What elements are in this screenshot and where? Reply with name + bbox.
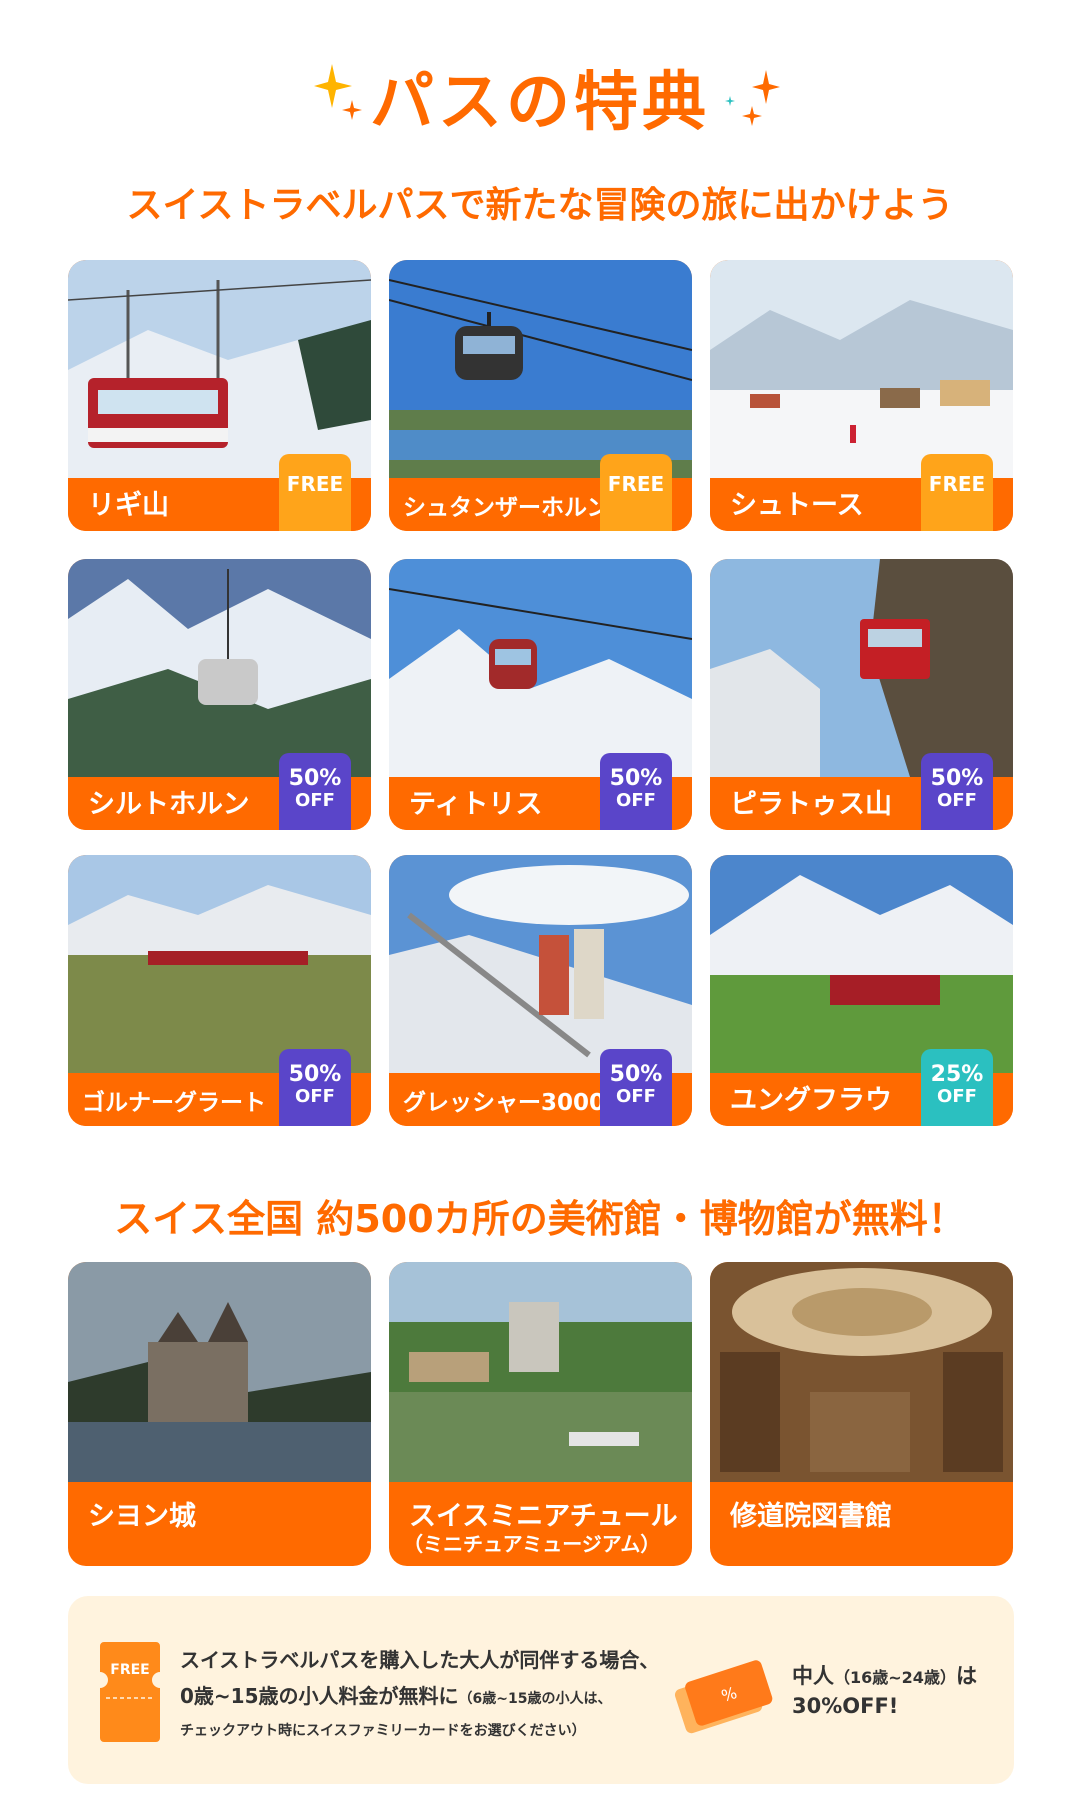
titlis-photo [389, 559, 692, 777]
title-area: パスの特典 [0, 58, 1080, 148]
attraction-name: シュタンザーホルン [403, 495, 610, 521]
discount-badge: FREE [600, 454, 672, 531]
stanserhorn-photo [389, 260, 692, 478]
attraction-name: シルトホルン [88, 789, 250, 820]
attraction-card-gornergrat[interactable]: ゴルナーグラート 50% OFF [68, 855, 371, 1126]
discount-badge: 50% OFF [600, 1049, 672, 1126]
attraction-card-schilthorn[interactable]: シルトホルン 50% OFF [68, 559, 371, 830]
attraction-name: グレッシャー3000 [403, 1090, 606, 1116]
free-ticket-label: FREE [110, 1662, 150, 1678]
discount-badge: FREE [279, 454, 351, 531]
page-subtitle: スイストラベルパスで新たな冒険の旅に出かけよう [126, 185, 954, 226]
attraction-name: ティトリス [409, 789, 543, 820]
sparkle-left-icon [314, 64, 362, 120]
discount-badge: 50% OFF [921, 753, 993, 830]
attraction-name: ピラトゥス山 [730, 789, 892, 820]
youth-discount: 30%OFF! [792, 1694, 899, 1718]
discount-badge: FREE [921, 454, 993, 531]
discount-badge: 25% OFF [921, 1049, 993, 1126]
gornergrat-photo [68, 855, 371, 1073]
discount-tickets-icon: % [674, 1660, 773, 1734]
attraction-name: ゴルナーグラート [82, 1090, 266, 1116]
attraction-card-rigi[interactable]: リギ山 FREE [68, 260, 371, 531]
museum-card-abbey-library[interactable]: 修道院図書館 [710, 1262, 1013, 1566]
museum-subtitle: （ミニチュアミュージアム） [403, 1532, 661, 1556]
pilatus-photo [710, 559, 1013, 777]
attraction-grid-row-2: シルトホルン 50% OFF ティトリス 50% OFF ピラトゥス山 50% … [68, 559, 1014, 830]
info-line-3: チェックアウト時にスイスファミリーカードをお選びください） [180, 1723, 586, 1739]
attraction-grid-row-1: リギ山 FREE シュタンザーホルン FREE シュトース FREE [68, 260, 1014, 531]
chillon-photo [68, 1262, 371, 1482]
stoos-photo [710, 260, 1013, 478]
museum-name: 修道院図書館 [730, 1501, 892, 1532]
attraction-name: シュトース [730, 490, 864, 521]
museum-card-swissminiatur[interactable]: スイスミニアチュール （ミニチュアミュージアム） [389, 1262, 692, 1566]
museum-grid: シヨン城 スイスミニアチュール （ミニチュアミュージアム） 修道院図書館 [68, 1262, 1014, 1566]
swissminiatur-photo [389, 1262, 692, 1482]
jungfrau-photo [710, 855, 1013, 1073]
attraction-grid-row-3: ゴルナーグラート 50% OFF グレッシャー3000 50% OFF ユングフ… [68, 855, 1014, 1126]
info-line-2: 0歳~15歳の小人料金が無料に（6歳~15歳の小人は、 [180, 1684, 612, 1708]
free-ticket-icon [100, 1642, 160, 1742]
museum-card-chillon[interactable]: シヨン城 [68, 1262, 371, 1566]
museum-name: シヨン城 [88, 1501, 196, 1532]
schilthorn-photo [68, 559, 371, 777]
attraction-name: ユングフラウ [730, 1085, 892, 1116]
youth-line-1: 中人（16歳~24歳）は [792, 1664, 977, 1688]
abbey-library-photo [710, 1262, 1013, 1482]
attraction-name: リギ山 [88, 490, 169, 521]
attraction-card-jungfrau[interactable]: ユングフラウ 25% OFF [710, 855, 1013, 1126]
info-line-1: スイストラベルパスを購入した大人が同伴する場合、 [180, 1648, 660, 1672]
attraction-card-stoos[interactable]: シュトース FREE [710, 260, 1013, 531]
discount-badge: 50% OFF [279, 753, 351, 830]
rigi-photo [68, 260, 371, 478]
attraction-card-pilatus[interactable]: ピラトゥス山 50% OFF [710, 559, 1013, 830]
attraction-card-glacier3000[interactable]: グレッシャー3000 50% OFF [389, 855, 692, 1126]
attraction-card-titlis[interactable]: ティトリス 50% OFF [389, 559, 692, 830]
sparkle-right-icon [725, 70, 780, 126]
page-title: パスの特典 [370, 66, 710, 140]
glacier3000-photo [389, 855, 692, 1073]
discount-badge: 50% OFF [600, 753, 672, 830]
discount-badge: 50% OFF [279, 1049, 351, 1126]
museums-heading: スイス全国 約500カ所の美術館・博物館が無料！ [114, 1197, 966, 1241]
attraction-card-stanserhorn[interactable]: シュタンザーホルン FREE [389, 260, 692, 531]
family-info-box: FREE スイストラベルパスを購入した大人が同伴する場合、 0歳~15歳の小人料… [68, 1596, 1014, 1784]
